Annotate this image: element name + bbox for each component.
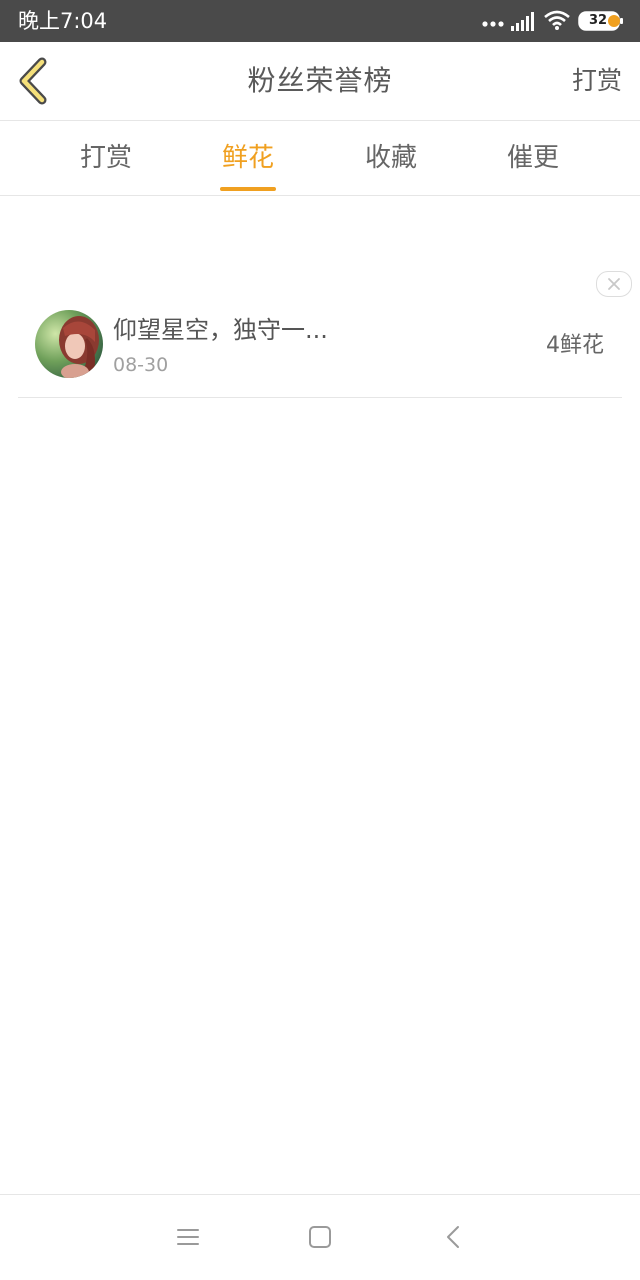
tab-flowers[interactable]: 鲜花 bbox=[177, 121, 319, 195]
status-time: 晚上7:04 bbox=[18, 9, 108, 33]
tab-bar: 打赏 鲜花 收藏 催更 bbox=[0, 121, 640, 196]
page-title: 粉丝荣誉榜 bbox=[247, 64, 393, 97]
tab-label: 收藏 bbox=[364, 143, 417, 173]
dismiss-button[interactable] bbox=[596, 271, 632, 297]
signal-icon bbox=[511, 12, 534, 31]
close-icon bbox=[608, 278, 620, 290]
tab-label: 鲜花 bbox=[221, 143, 274, 173]
system-nav-bar bbox=[0, 1194, 640, 1280]
tab-urge-update[interactable]: 催更 bbox=[462, 121, 604, 195]
active-tab-indicator bbox=[220, 187, 276, 191]
avatar[interactable] bbox=[35, 310, 103, 378]
status-bar: 晚上7:04 32 bbox=[0, 0, 640, 42]
tab-favorites[interactable]: 收藏 bbox=[320, 121, 462, 195]
back-arrow-icon[interactable] bbox=[440, 1223, 468, 1251]
menu-icon[interactable] bbox=[174, 1223, 202, 1251]
avatar-photo bbox=[35, 310, 103, 378]
tab-label: 打赏 bbox=[79, 143, 132, 173]
list-item[interactable]: 仰望星空，独守一... 08-30 4鲜花 bbox=[18, 300, 622, 398]
wifi-icon bbox=[544, 10, 570, 30]
tab-reward[interactable]: 打赏 bbox=[35, 121, 177, 195]
app-header: 粉丝荣誉榜 打赏 bbox=[0, 42, 640, 121]
flower-count: 4鲜花 bbox=[546, 333, 604, 358]
home-square-icon[interactable] bbox=[306, 1223, 334, 1251]
user-name: 仰望星空，独守一... bbox=[113, 316, 328, 344]
battery-level: 32 bbox=[588, 13, 608, 28]
more-dots-icon bbox=[482, 21, 504, 27]
tab-label: 催更 bbox=[506, 143, 559, 173]
reward-button[interactable]: 打赏 bbox=[572, 64, 622, 98]
chevron-left-icon[interactable] bbox=[14, 56, 54, 106]
item-date: 08-30 bbox=[113, 354, 169, 376]
screen: 晚上7:04 32 粉丝荣誉榜 打赏 打赏 鲜花 收藏 催更 仰望星空，独守一.… bbox=[0, 0, 640, 1280]
